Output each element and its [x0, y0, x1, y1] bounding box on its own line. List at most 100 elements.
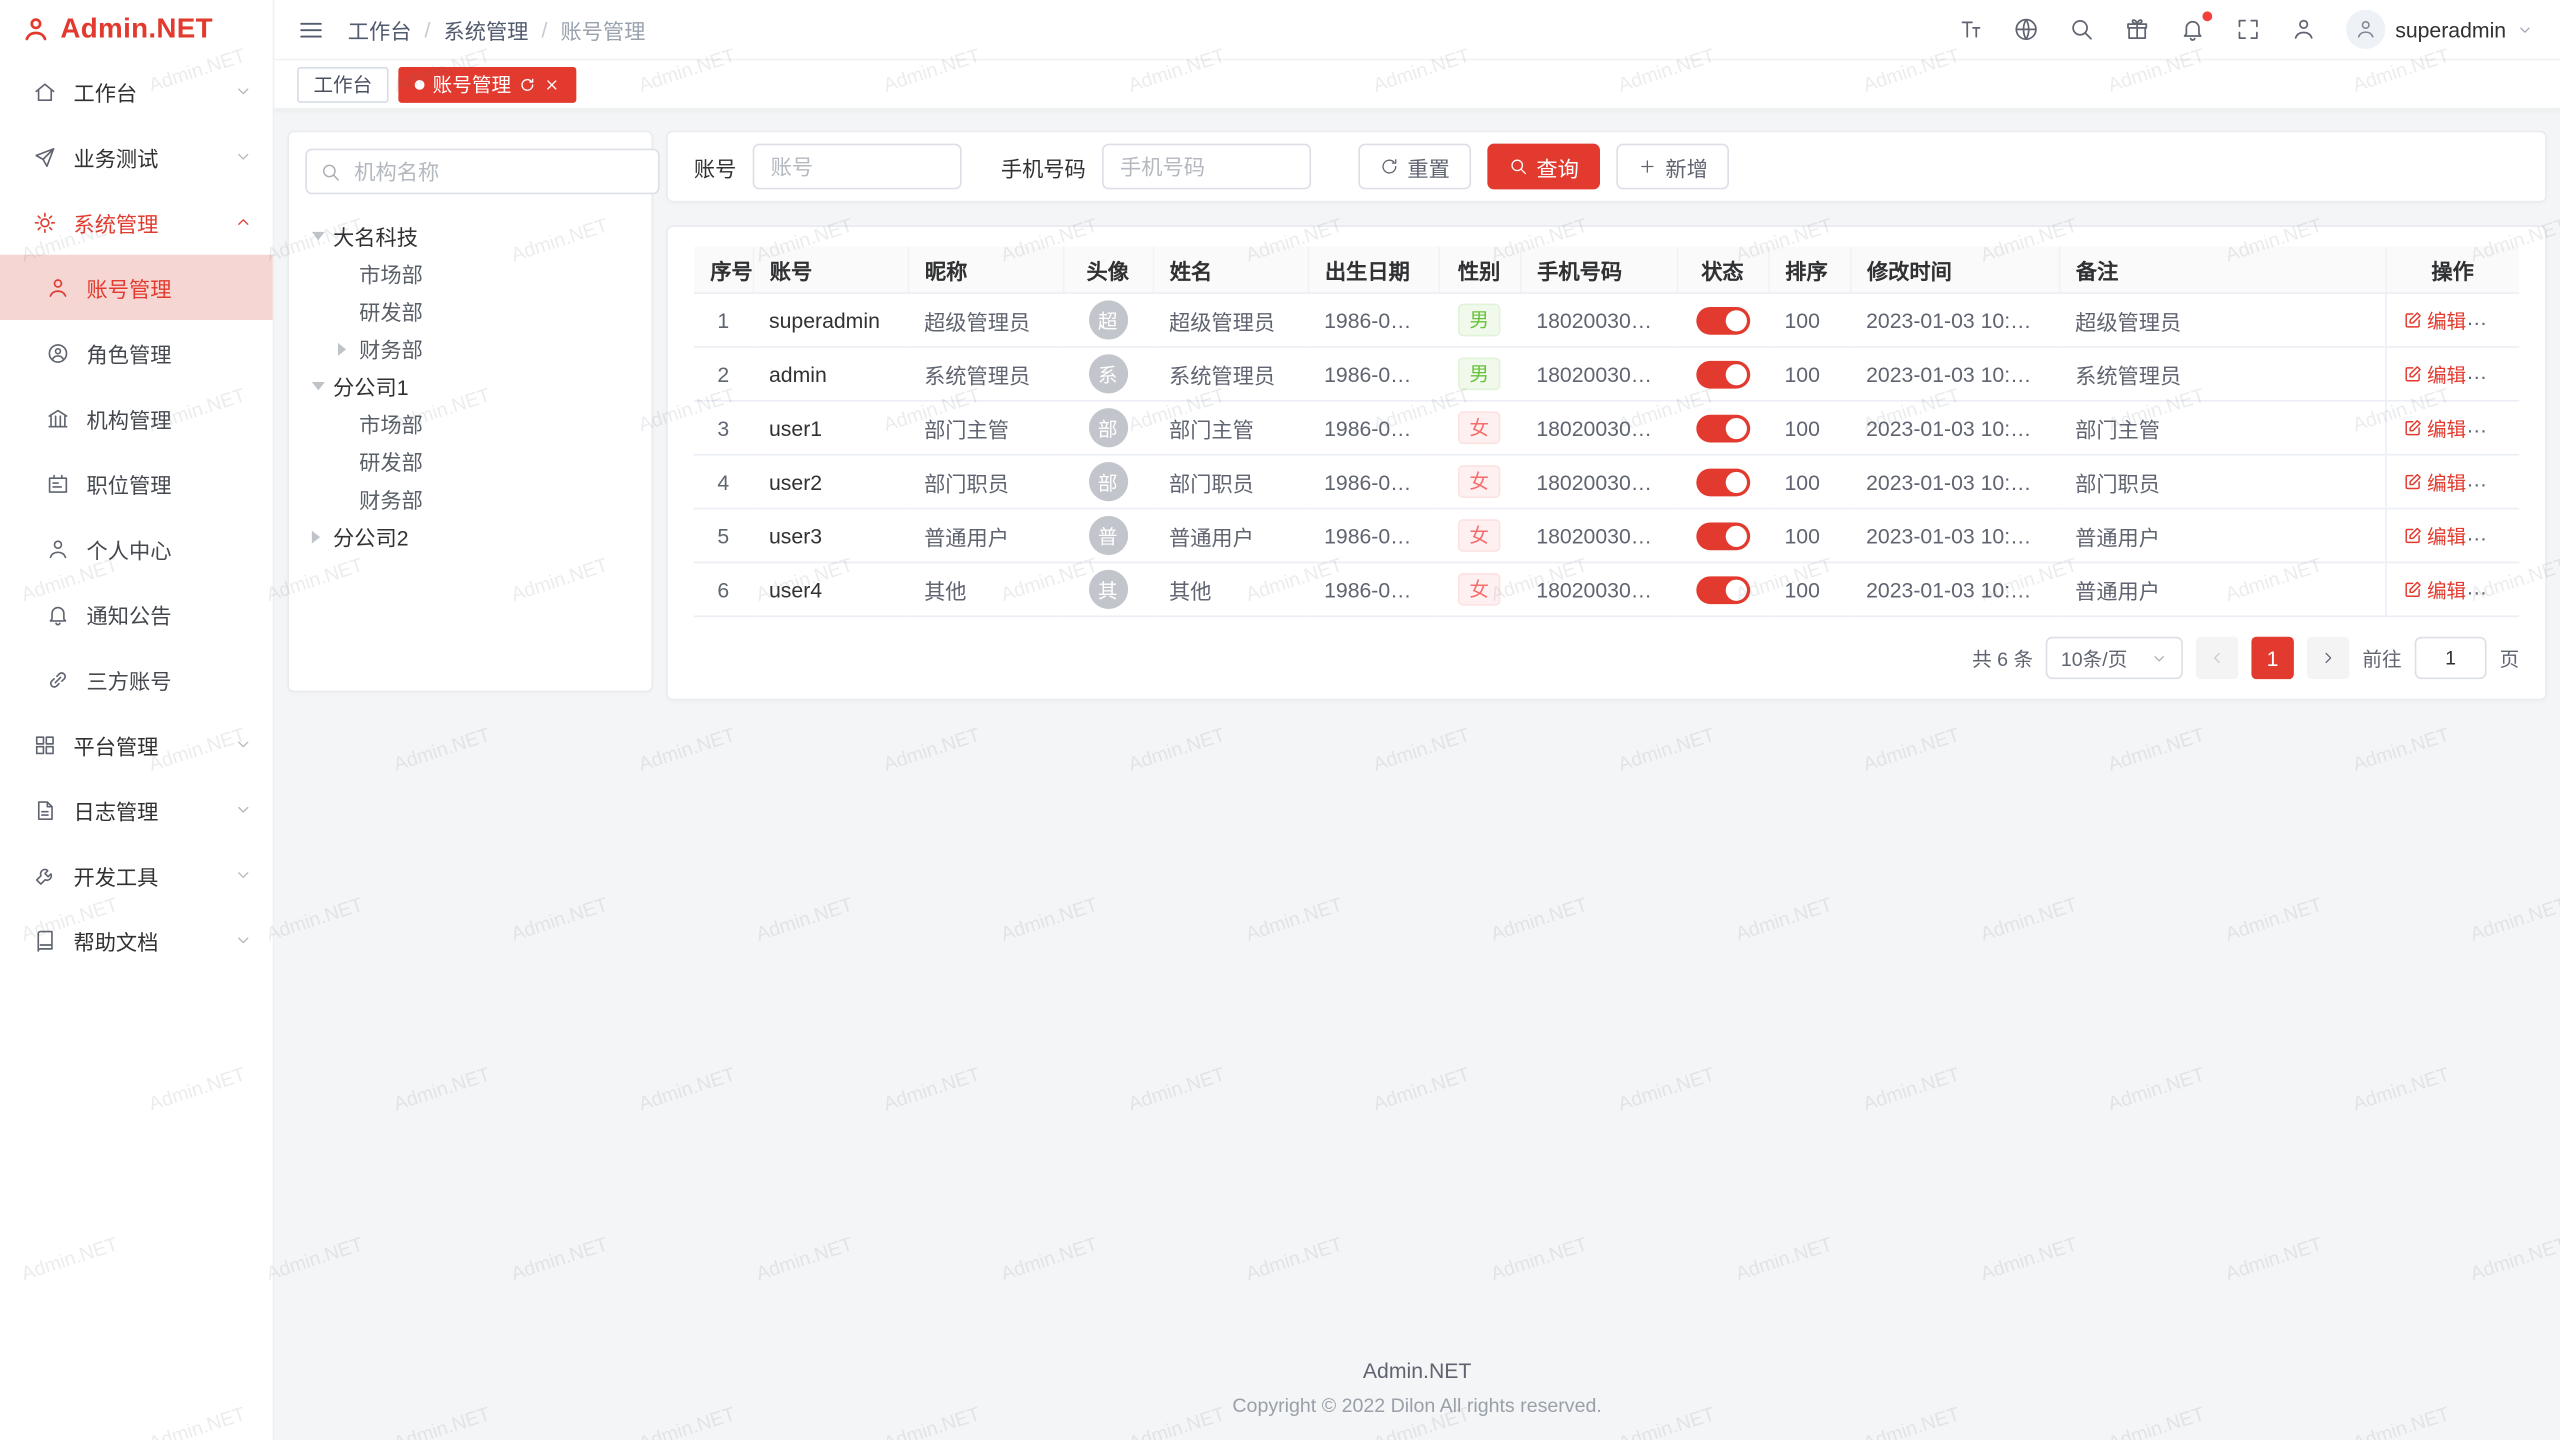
edit-button[interactable]: 编辑: [2402, 522, 2466, 550]
tree-node-2[interactable]: 研发部: [305, 292, 635, 330]
status-toggle[interactable]: [1696, 414, 1750, 442]
sidebar-subitem-2-3[interactable]: 职位管理: [0, 451, 273, 516]
cell-nickname: 部门主管: [908, 401, 1063, 455]
tree-caret-right-icon[interactable]: [312, 530, 333, 543]
sidebar-subitem-2-2[interactable]: 机构管理: [0, 385, 273, 450]
profile-icon[interactable]: [2291, 16, 2317, 42]
row-avatar: 普: [1088, 516, 1127, 555]
reset-button[interactable]: 重置: [1358, 144, 1471, 190]
next-page-button[interactable]: [2307, 637, 2349, 679]
edit-button[interactable]: 编辑: [2402, 414, 2466, 442]
test-icon: [33, 144, 57, 168]
tree-node-1[interactable]: 市场部: [305, 255, 635, 293]
cell-account: user2: [753, 455, 908, 509]
status-toggle[interactable]: [1696, 522, 1750, 550]
notification-bell-icon[interactable]: [2180, 16, 2206, 42]
sidebar-item-5[interactable]: 开发工具: [0, 842, 273, 907]
tree-node-3[interactable]: 财务部: [305, 330, 635, 368]
reset-label: 重置: [1407, 151, 1449, 182]
column-header-2: 昵称: [908, 247, 1063, 294]
org-search-input[interactable]: [351, 158, 645, 186]
tree-node-8[interactable]: 分公司2: [305, 518, 635, 556]
user-menu[interactable]: superadmin: [2346, 10, 2534, 49]
tree-node-0[interactable]: 大名科技: [305, 217, 635, 255]
row-avatar: 超: [1088, 300, 1127, 339]
tab-1[interactable]: 账号管理: [398, 66, 576, 102]
query-button[interactable]: 查询: [1487, 144, 1600, 190]
cell-account: user3: [753, 509, 908, 563]
row-avatar: 部: [1088, 408, 1127, 447]
fullscreen-icon[interactable]: [2235, 16, 2261, 42]
cell-avatar: 部: [1063, 455, 1153, 509]
column-header-12: 操作: [2385, 247, 2519, 294]
breadcrumb-item-0[interactable]: 工作台: [348, 14, 412, 45]
status-toggle[interactable]: [1696, 576, 1750, 604]
bell-icon: [46, 602, 70, 626]
theme-icon[interactable]: [2124, 16, 2150, 42]
tab-refresh-icon[interactable]: [519, 76, 535, 92]
current-page-button[interactable]: 1: [2251, 637, 2293, 679]
phone-input[interactable]: [1102, 144, 1311, 190]
column-header-4: 姓名: [1153, 247, 1308, 294]
status-toggle[interactable]: [1696, 468, 1750, 496]
edit-button[interactable]: 编辑: [2402, 576, 2466, 604]
chevron-down-icon: [233, 865, 253, 885]
cell-status: [1677, 562, 1768, 616]
sidebar-subitem-2-5[interactable]: 通知公告: [0, 581, 273, 646]
logo[interactable]: Admin.NET: [0, 0, 273, 59]
cell-remark: 普通用户: [2059, 562, 2386, 616]
account-input[interactable]: [753, 144, 962, 190]
tree-node-5[interactable]: 市场部: [305, 405, 635, 443]
row-avatar: 系: [1088, 354, 1127, 393]
cell-actions: 编辑: [2385, 347, 2519, 401]
cell-name: 部门职员: [1153, 455, 1308, 509]
tree-caret-right-icon[interactable]: [338, 342, 359, 355]
tab-0[interactable]: 工作台: [297, 66, 388, 102]
prev-page-button[interactable]: [2196, 637, 2238, 679]
font-size-icon[interactable]: [1958, 16, 1984, 42]
search-icon[interactable]: [2069, 16, 2095, 42]
table-row-4: 5user3普通用户普普通用户1986-06-28女18020030720100…: [694, 509, 2519, 563]
edit-button[interactable]: 编辑: [2402, 306, 2466, 334]
edit-button[interactable]: 编辑: [2402, 360, 2466, 388]
sidebar-subitem-2-6[interactable]: 三方账号: [0, 647, 273, 712]
cell-sort: 100: [1768, 509, 1850, 563]
sidebar-item-6[interactable]: 帮助文档: [0, 908, 273, 973]
breadcrumb-item-1[interactable]: 系统管理: [443, 14, 528, 45]
locale-icon[interactable]: [2013, 16, 2039, 42]
cell-phone: 18020030720: [1520, 347, 1677, 401]
sidebar-item-0[interactable]: 工作台: [0, 59, 273, 124]
filter-bar: 账号 手机号码 重置 查询 新增: [666, 131, 2547, 203]
chevron-up-icon: [233, 212, 253, 232]
pagination-total: 共 6 条: [1972, 644, 2033, 672]
sidebar-subitem-2-0[interactable]: 账号管理: [0, 255, 273, 320]
table-header-row: 序号账号昵称头像姓名出生日期性别手机号码状态排序修改时间备注操作: [694, 247, 2519, 294]
status-toggle[interactable]: [1696, 360, 1750, 388]
sidebar-item-1[interactable]: 业务测试: [0, 124, 273, 189]
add-button[interactable]: 新增: [1616, 144, 1729, 190]
page-size-select[interactable]: 10条/页: [2046, 637, 2183, 679]
tab-active-dot: [415, 79, 425, 89]
tree-node-7[interactable]: 财务部: [305, 480, 635, 518]
account-label: 账号: [694, 151, 736, 182]
cell-actions: 编辑: [2385, 455, 2519, 509]
tree-node-4[interactable]: 分公司1: [305, 367, 635, 405]
tabs-bar: 工作台账号管理: [274, 60, 2560, 109]
sidebar-subitem-2-4[interactable]: 个人中心: [0, 516, 273, 581]
tab-close-icon[interactable]: [544, 76, 560, 92]
status-toggle[interactable]: [1696, 306, 1750, 334]
edit-button[interactable]: 编辑: [2402, 468, 2466, 496]
query-label: 查询: [1536, 151, 1578, 182]
tree-caret-down-icon[interactable]: [312, 232, 333, 240]
cell-sort: 100: [1768, 293, 1850, 347]
goto-page-input[interactable]: [2415, 637, 2487, 679]
sidebar-subitem-2-1[interactable]: 角色管理: [0, 320, 273, 385]
cell-avatar: 部: [1063, 401, 1153, 455]
sidebar-item-2[interactable]: 系统管理: [0, 189, 273, 254]
hamburger-icon[interactable]: [297, 16, 325, 44]
sidebar-item-4[interactable]: 日志管理: [0, 777, 273, 842]
cell-status: [1677, 455, 1768, 509]
tree-caret-down-icon[interactable]: [312, 382, 333, 390]
tree-node-6[interactable]: 研发部: [305, 442, 635, 480]
sidebar-item-3[interactable]: 平台管理: [0, 712, 273, 777]
